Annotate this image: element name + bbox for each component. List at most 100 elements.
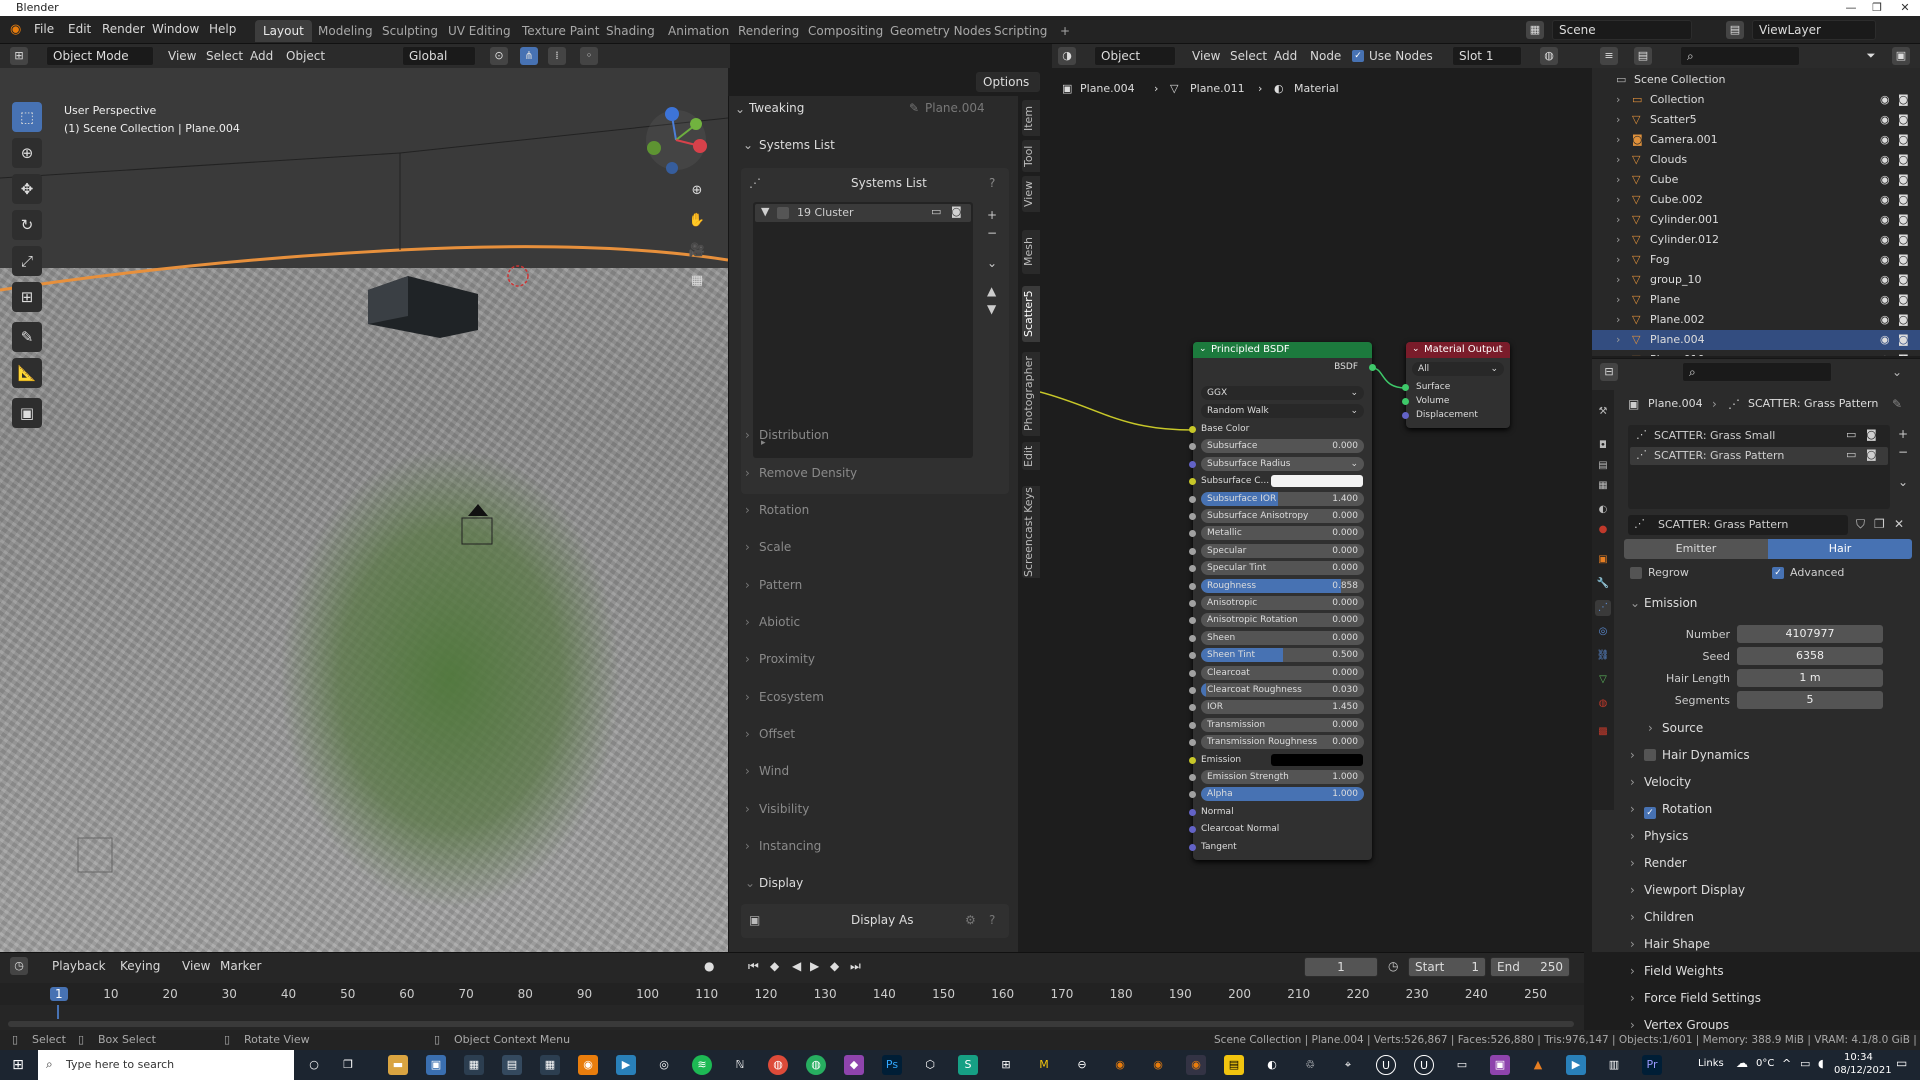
bsdf-input-socket[interactable] [1189, 547, 1196, 555]
texture-tab-icon[interactable]: ▩ [1595, 724, 1611, 740]
section-display[interactable]: ⌄ Display [745, 876, 803, 890]
proportional-edit-icon[interactable]: ◦ [580, 47, 598, 65]
node-menu-add[interactable]: Add [1274, 49, 1297, 63]
viewport-menu-view[interactable]: View [168, 49, 196, 63]
render-tab-icon[interactable]: ◘ [1595, 438, 1611, 454]
zoom-icon[interactable]: ⊕ [686, 180, 708, 202]
tab-photographer[interactable]: Photographer [1022, 352, 1040, 436]
camera-icon[interactable]: ◙ [1898, 330, 1909, 350]
expand-arrow-icon[interactable]: › [1616, 190, 1620, 210]
menu-help[interactable]: Help [209, 22, 236, 36]
scene-tab-icon[interactable]: ◐ [1595, 502, 1611, 518]
node-menu-select[interactable]: Select [1230, 49, 1267, 63]
app-icon[interactable]: ▦ [464, 1055, 484, 1075]
list-item[interactable]: ⋰ SCATTER: Grass Small ▭ ◙ [1630, 427, 1888, 445]
surface-input-socket[interactable] [1402, 384, 1409, 391]
app-icon[interactable]: ◆ [844, 1055, 864, 1075]
premiere-icon[interactable]: Pr [1642, 1055, 1662, 1075]
section-pattern[interactable]: › Pattern [745, 578, 802, 592]
file-explorer-icon[interactable]: ▬ [388, 1055, 408, 1075]
camera-icon[interactable]: ◙ [1898, 290, 1909, 310]
bsdf-input-field[interactable]: Clearcoat 0.000 [1201, 665, 1364, 680]
section-scale[interactable]: › Scale [745, 540, 791, 554]
section-instancing[interactable]: › Instancing [745, 839, 821, 853]
app-icon[interactable]: ℕ [730, 1055, 750, 1075]
camera-icon[interactable]: ◙ [951, 205, 962, 218]
unity-icon[interactable]: ⬡ [920, 1055, 940, 1075]
blender-taskbar-icon[interactable]: ◉ [1148, 1055, 1168, 1075]
play-icon[interactable]: ▶ [810, 959, 819, 973]
bsdf-input-socket[interactable] [1189, 721, 1196, 729]
bsdf-input-field[interactable]: Specular 0.000 [1201, 543, 1364, 558]
outliner-root[interactable]: ▭ Scene Collection [1592, 70, 1920, 90]
bsdf-input-socket[interactable] [1189, 478, 1196, 486]
filter-icon[interactable]: ⏷ [1862, 47, 1880, 65]
outliner-item[interactable]: › ▽ Cylinder.012 ◉ ◙ [1592, 230, 1920, 250]
property-section[interactable]: › Render [1630, 856, 1687, 870]
volume-input-socket[interactable] [1402, 398, 1409, 405]
bsdf-input-socket[interactable] [1189, 669, 1196, 677]
app-icon[interactable]: ▣ [426, 1055, 446, 1075]
reverse-play-icon[interactable]: ◀ [792, 959, 801, 973]
new-collection-icon[interactable]: ▣ [1892, 47, 1910, 65]
help-icon[interactable]: ? [989, 176, 995, 190]
bsdf-input-socket[interactable] [1189, 582, 1196, 590]
eye-icon[interactable]: ◉ [1880, 230, 1890, 250]
outliner-item[interactable]: › ▽ group_10 ◉ ◙ [1592, 270, 1920, 290]
bsdf-input-field[interactable]: IOR 1.450 [1201, 700, 1364, 715]
material-tab-icon[interactable]: ◍ [1595, 696, 1611, 712]
tab-screencast-keys[interactable]: Screencast Keys [1022, 486, 1040, 578]
snap-icon[interactable]: ⋔ [520, 47, 538, 65]
bsdf-input-field[interactable]: Alpha 1.000 [1201, 787, 1364, 802]
eye-icon[interactable]: ◉ [1880, 270, 1890, 290]
monitor-icon[interactable]: ▭ [1846, 448, 1856, 461]
move-tool[interactable]: ✥ [12, 174, 42, 204]
task-view-icon[interactable]: ❐ [338, 1055, 358, 1075]
transform-tool[interactable]: ⊞ [12, 282, 42, 312]
tab-texture-paint[interactable]: Texture Paint [514, 20, 607, 42]
app-icon[interactable]: ⊞ [996, 1055, 1016, 1075]
property-section[interactable]: › ✓ Rotation [1630, 802, 1712, 819]
bsdf-input-field[interactable]: Subsurface Anisotropy 0.000 [1201, 509, 1364, 523]
annotate-tool[interactable]: ✎ [12, 322, 42, 352]
chevron-down-icon[interactable]: ⌄ [1892, 365, 1902, 379]
bsdf-input-socket[interactable] [1189, 774, 1196, 781]
chrome-icon[interactable]: ◍ [768, 1055, 788, 1075]
physics-tab-icon[interactable]: ◎ [1595, 624, 1611, 640]
bsdf-input-socket[interactable] [1189, 843, 1196, 851]
eye-icon[interactable]: ◉ [1880, 90, 1890, 110]
outliner-item[interactable]: › ▭ Collection ◉ ◙ [1592, 90, 1920, 110]
viewport-menu-select[interactable]: Select [206, 49, 243, 63]
tool-tab-icon[interactable]: ⚒ [1595, 404, 1611, 420]
expand-arrow-icon[interactable]: › [1616, 130, 1620, 150]
camera-icon[interactable]: ◙ [1898, 110, 1909, 130]
remove-icon[interactable]: − [1898, 445, 1908, 459]
camera-icon[interactable]: ◙ [1898, 250, 1909, 270]
chevron-down-icon[interactable]: ⌄ [743, 138, 753, 152]
checkbox[interactable] [777, 207, 789, 219]
section-checkbox[interactable]: ✓ [1644, 807, 1656, 819]
hair-length-field[interactable]: 1 m [1737, 669, 1883, 687]
maximize-button[interactable]: ❐ [1866, 0, 1888, 16]
photoshop-icon[interactable]: Ps [882, 1055, 902, 1075]
tray-chevron-icon[interactable]: ^ [1782, 1057, 1791, 1070]
viewport-menu-add[interactable]: Add [250, 49, 273, 63]
eye-icon[interactable]: ◉ [1880, 110, 1890, 130]
menu-window[interactable]: Window [152, 22, 199, 36]
shader-type-selector[interactable]: Object [1094, 46, 1176, 66]
scene-icon[interactable]: ▦ [1526, 21, 1544, 39]
bsdf-input-socket[interactable] [1189, 460, 1196, 468]
outliner[interactable]: ▭ Scene Collection › ▭ Collection ◉ ◙ › ▽ Scatt… [1592, 68, 1920, 356]
app-icon[interactable]: ◐ [1262, 1055, 1282, 1075]
bsdf-input-socket[interactable] [1189, 652, 1196, 660]
outliner-item[interactable]: › ▽ Cube.002 ◉ ◙ [1592, 190, 1920, 210]
expand-arrow-icon[interactable]: › [1616, 350, 1620, 356]
eye-icon[interactable]: ◉ [1880, 130, 1890, 150]
app-icon[interactable]: ▤ [502, 1055, 522, 1075]
particle-systems-list[interactable]: ⋰ SCATTER: Grass Small ▭ ◙ ⋰ SCATTER: Gr… [1628, 425, 1890, 509]
eye-icon[interactable]: ◉ [1880, 290, 1890, 310]
outliner-item[interactable]: › ▽ Plane.004 ◉ ◙ [1592, 330, 1920, 350]
material-output-node[interactable]: Material Output ⌄ All ⌄ Surface Volume Di… [1402, 342, 1510, 428]
app-icon[interactable]: ▲ [1528, 1055, 1548, 1075]
tab-shading[interactable]: Shading [598, 20, 663, 42]
